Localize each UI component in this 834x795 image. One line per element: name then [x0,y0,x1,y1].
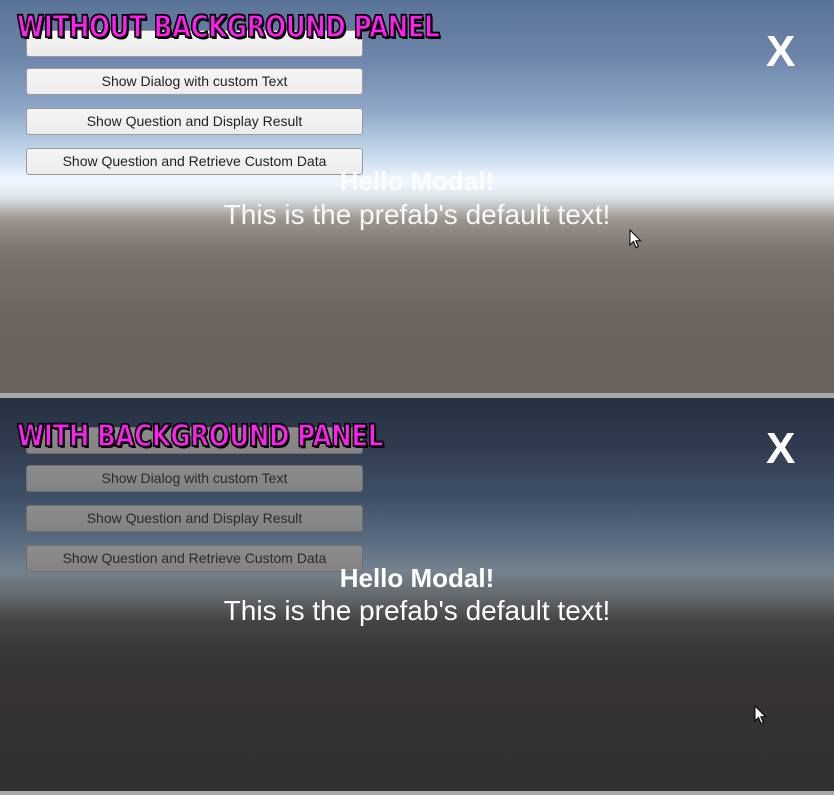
mouse-cursor-icon [629,229,643,249]
panel-without-background: Show Dialog with custom Text Show Questi… [0,0,834,393]
close-icon[interactable]: X [766,30,795,74]
bottom-edge [0,791,834,795]
show-question-display-result-button[interactable]: Show Question and Display Result [26,108,363,135]
modal-text: This is the prefab's default text! [223,595,611,626]
mouse-cursor-icon [754,705,768,725]
close-icon[interactable]: X [766,427,795,471]
panel-with-background: Show Dialog with custom Text Show Questi… [0,398,834,791]
section-badge: Without Background Panel [16,9,440,46]
section-badge: With Background Panel [16,418,384,455]
modal-title: Hello Modal! [339,166,495,196]
show-dialog-custom-text-button[interactable]: Show Dialog with custom Text [26,68,363,95]
modal-title: Hello Modal! [339,563,495,593]
show-dialog-custom-text-button[interactable]: Show Dialog with custom Text [26,465,363,492]
show-question-display-result-button[interactable]: Show Question and Display Result [26,505,363,532]
modal-text: This is the prefab's default text! [223,199,611,230]
